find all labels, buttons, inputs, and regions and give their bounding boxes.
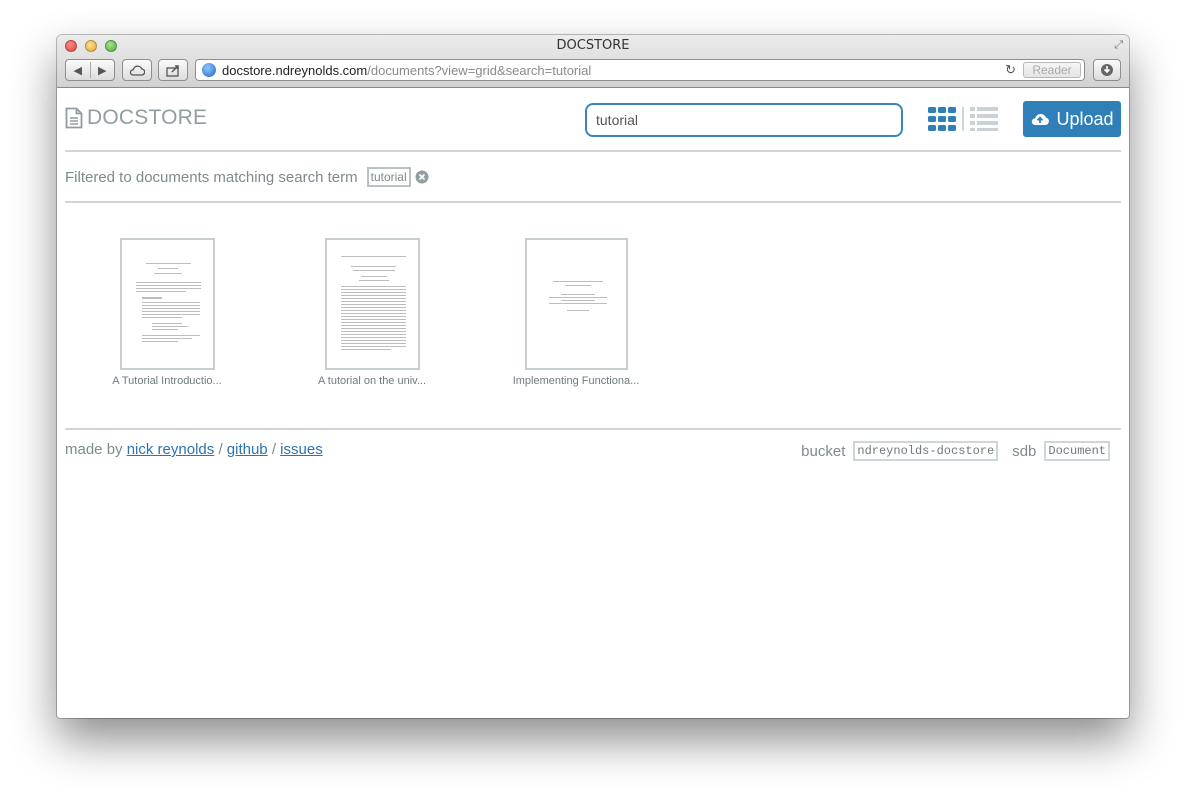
search-filter-bar: Filtered to documents matching search te… xyxy=(65,167,429,187)
window-title: DOCSTORE xyxy=(556,38,630,53)
grid-view-icon[interactable] xyxy=(928,107,956,131)
bucket-label: bucket xyxy=(801,442,846,460)
share-icon xyxy=(165,64,179,77)
document-icon xyxy=(65,107,83,129)
forward-icon[interactable]: ▶ xyxy=(91,64,115,77)
cloud-icon xyxy=(129,65,145,76)
back-forward-buttons: ◀ ▶ xyxy=(65,59,115,81)
clear-filter-icon[interactable] xyxy=(415,170,429,184)
document-thumbnail[interactable] xyxy=(324,238,420,370)
filter-prefix: Filtered to documents matching search te… xyxy=(65,168,358,186)
document-card[interactable]: Implementing Functiona... xyxy=(506,238,646,387)
document-card[interactable]: A Tutorial Introductio... xyxy=(105,238,229,387)
address-bar[interactable]: docstore.ndreynolds.com/documents?view=g… xyxy=(195,59,1085,81)
bucket-value: ndreynolds-docstore xyxy=(853,441,999,461)
footer-credits: made by nick reynolds / github / issues xyxy=(65,441,323,458)
document-title[interactable]: A Tutorial Introductio... xyxy=(105,375,229,387)
footer-divider xyxy=(65,428,1121,430)
browser-window: DOCSTORE ⤢ ◀ ▶ docstore.ndreynolds.com/d… xyxy=(57,35,1129,718)
document-card[interactable]: A tutorial on the univ... xyxy=(310,238,434,387)
document-title[interactable]: A tutorial on the univ... xyxy=(310,375,434,387)
share-button[interactable] xyxy=(158,59,188,81)
author-link[interactable]: nick reynolds xyxy=(127,441,215,458)
icloud-tabs-button[interactable] xyxy=(122,59,152,81)
document-thumbnail[interactable] xyxy=(524,238,628,370)
cloud-upload-icon xyxy=(1032,113,1050,125)
logo-text: DOCSTORE xyxy=(87,106,208,129)
header-divider xyxy=(65,150,1121,152)
sdb-value: Document xyxy=(1044,441,1110,461)
browser-chrome: DOCSTORE ⤢ ◀ ▶ docstore.ndreynolds.com/d… xyxy=(57,35,1129,88)
reload-icon[interactable]: ↻ xyxy=(1005,62,1016,78)
upload-button[interactable]: Upload xyxy=(1023,101,1121,137)
fullscreen-icon[interactable]: ⤢ xyxy=(1114,39,1123,52)
back-icon[interactable]: ◀ xyxy=(66,64,90,77)
page-content: DOCSTORE Upload Filtered to do xyxy=(57,88,1129,718)
github-link[interactable]: github xyxy=(227,441,268,458)
download-icon xyxy=(1101,64,1113,76)
site-logo[interactable]: DOCSTORE xyxy=(65,106,207,130)
issues-link[interactable]: issues xyxy=(280,441,323,458)
footer-separator: / xyxy=(271,441,276,458)
document-thumbnail[interactable] xyxy=(119,238,215,370)
filter-divider xyxy=(65,201,1121,203)
footer-separator: / xyxy=(218,441,223,458)
downloads-button[interactable] xyxy=(1093,59,1121,81)
document-title[interactable]: Implementing Functiona... xyxy=(506,375,646,387)
globe-icon xyxy=(202,63,216,77)
storage-info: bucket ndreynolds-docstore sdb Document xyxy=(801,441,1110,461)
reader-button[interactable]: Reader xyxy=(1023,62,1081,78)
url-path: /documents?view=grid&search=tutorial xyxy=(367,62,592,78)
url-host: docstore.ndreynolds.com xyxy=(222,62,368,78)
upload-label: Upload xyxy=(1056,108,1114,129)
sdb-label: sdb xyxy=(1012,442,1037,460)
made-by-label: made by xyxy=(65,441,123,458)
filter-term-tag: tutorial xyxy=(366,167,411,187)
search-input[interactable] xyxy=(585,103,903,137)
view-toggle-divider xyxy=(962,107,964,131)
list-view-icon[interactable] xyxy=(970,107,998,131)
